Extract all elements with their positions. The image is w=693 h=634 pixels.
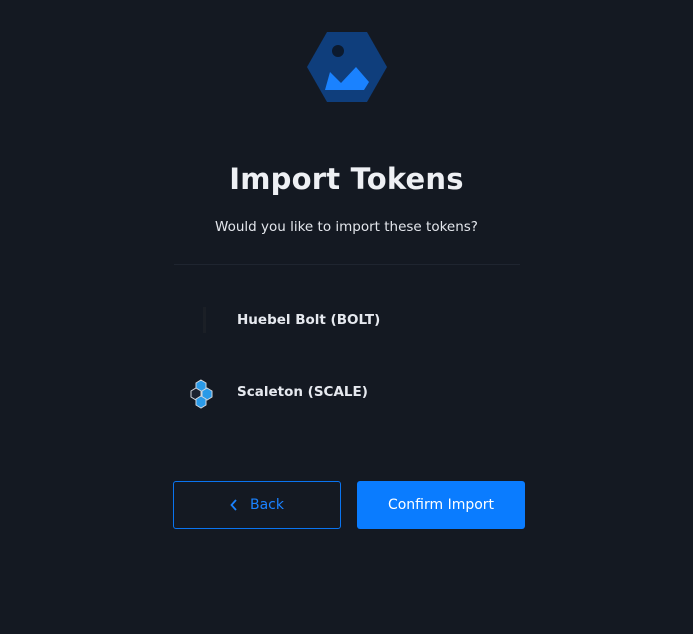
confirm-import-button[interactable]: Confirm Import [357,481,525,529]
bolt-token-icon [186,303,222,337]
back-button-label: Back [250,497,284,513]
page-subtitle: Would you like to import these tokens? [215,219,478,235]
divider [174,264,520,265]
token-row-scaleton: Scaleton (SCALE) [186,375,506,409]
token-row-bolt: Huebel Bolt (BOLT) [186,303,506,337]
back-button[interactable]: Back [173,481,341,529]
page-title: Import Tokens [229,162,464,196]
scaleton-hexagons-icon [186,375,222,409]
image-hexagon-icon [307,32,387,102]
token-label: Huebel Bolt (BOLT) [237,312,381,328]
chevron-left-icon [230,499,238,511]
confirm-import-button-label: Confirm Import [387,497,495,513]
token-label: Scaleton (SCALE) [237,384,368,400]
